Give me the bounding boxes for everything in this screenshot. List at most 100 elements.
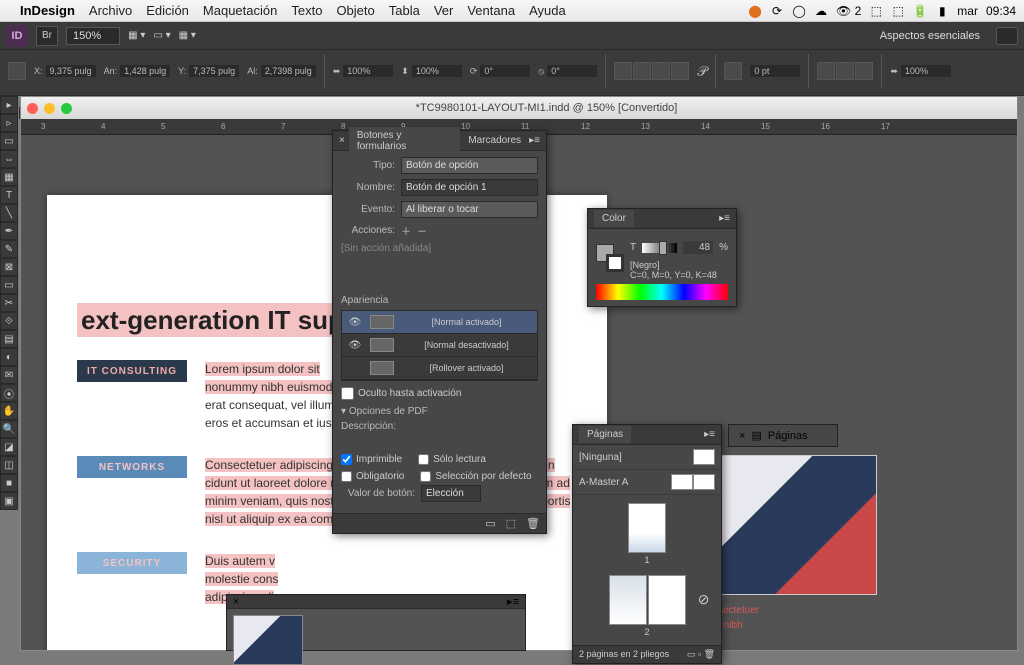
flag-icon[interactable]: ▮: [935, 4, 949, 18]
fill-stroke-proxy[interactable]: [596, 244, 624, 272]
menu-texto[interactable]: Texto: [291, 3, 322, 18]
zoom-dropdown[interactable]: 150%: [66, 27, 120, 45]
tag-security[interactable]: SECURITY: [77, 552, 187, 574]
alert-icon[interactable]: ⬤: [748, 4, 762, 18]
state-list[interactable]: 👁[Normal activado] 👁[Normal desactivado]…: [341, 310, 538, 381]
menu-ver[interactable]: Ver: [434, 3, 454, 18]
required-checkbox[interactable]: Obligatorio: [341, 471, 404, 482]
pencil-tool[interactable]: ✎: [0, 240, 18, 258]
scissors-tool[interactable]: ✂: [0, 294, 18, 312]
color-spectrum[interactable]: [596, 284, 728, 300]
description-input[interactable]: [341, 437, 538, 451]
state-normal-off[interactable]: 👁[Normal desactivado]: [342, 334, 537, 357]
close-icon[interactable]: ×: [339, 135, 345, 146]
page-thumb-1[interactable]: [628, 503, 666, 553]
panel-menu-icon[interactable]: ▸≡: [719, 213, 730, 224]
pages-panel[interactable]: Páginas ▸≡ [Ninguna] A-Master A 1 ⊘ 2 2 …: [572, 424, 722, 664]
note-tool[interactable]: ✉: [0, 366, 18, 384]
fill-stroke-tool[interactable]: ◪: [0, 438, 18, 456]
window-traffic-lights[interactable]: [27, 103, 72, 114]
scale-y-field[interactable]: 100%: [412, 65, 462, 77]
type-dropdown[interactable]: Botón de opción: [401, 157, 538, 174]
tab-buttons-forms[interactable]: Botones y formularios: [349, 127, 460, 155]
zoom-window-icon[interactable]: [61, 103, 72, 114]
apply-color[interactable]: ■: [0, 474, 18, 492]
actions-list[interactable]: [Sin acción añadida]: [341, 243, 538, 289]
gap-tool[interactable]: ⇔: [0, 150, 18, 168]
menu-archivo[interactable]: Archivo: [89, 3, 132, 18]
tag-it-consulting[interactable]: IT CONSULTING: [77, 360, 187, 382]
shear-field[interactable]: 0°: [547, 65, 597, 77]
visibility-icon[interactable]: 👁: [348, 340, 362, 351]
height-field[interactable]: 2,7398 pulg: [261, 65, 316, 77]
reference-point[interactable]: [8, 62, 26, 80]
x-field[interactable]: 9,375 pulg: [46, 65, 96, 77]
name-input[interactable]: Botón de opción 1: [401, 179, 538, 196]
add-action-icon[interactable]: ＋: [401, 223, 411, 238]
selection-tool[interactable]: ▸: [0, 96, 18, 114]
panel-menu-icon[interactable]: ▸≡: [507, 595, 519, 608]
bridge-icon[interactable]: Br: [36, 26, 58, 46]
gradient-feather-tool[interactable]: ◐: [0, 348, 18, 366]
app-name[interactable]: InDesign: [20, 3, 75, 18]
default-sel-checkbox[interactable]: Selección por defecto: [420, 471, 531, 482]
evernote-icon[interactable]: ⬚: [891, 4, 905, 18]
rotation-field[interactable]: 0°: [480, 65, 530, 77]
flip-buttons[interactable]: [614, 62, 689, 80]
close-icon[interactable]: ×: [233, 596, 239, 608]
readonly-checkbox[interactable]: Sólo lectura: [418, 454, 486, 465]
convert-icon[interactable]: ⬚: [506, 517, 516, 530]
zoom-tool[interactable]: 🔍: [0, 420, 18, 438]
scale-x-field[interactable]: 100%: [343, 65, 393, 77]
menu-objeto[interactable]: Objeto: [336, 3, 374, 18]
fill-swatch[interactable]: [724, 62, 742, 80]
battery-icon[interactable]: 🔋: [913, 4, 927, 18]
page-thumb-2[interactable]: ⊘: [609, 575, 686, 625]
pen-tool[interactable]: ✒: [0, 222, 18, 240]
tab-pages[interactable]: Páginas: [579, 426, 631, 443]
button-value-input[interactable]: Elección: [421, 485, 481, 502]
type-tool[interactable]: T: [0, 186, 18, 204]
close-icon[interactable]: ×: [739, 430, 745, 442]
fx-scale-x[interactable]: 100%: [901, 65, 951, 77]
cloud-icon[interactable]: ☁: [814, 4, 828, 18]
trash-icon[interactable]: 🗑: [526, 517, 540, 530]
free-transform-tool[interactable]: ⟐: [0, 312, 18, 330]
stroke-weight[interactable]: 0 pt: [750, 65, 800, 77]
p-icon[interactable]: 𝒫: [697, 63, 707, 80]
tint-value[interactable]: 48: [683, 241, 713, 254]
user-icon[interactable]: ◯: [792, 4, 806, 18]
width-field[interactable]: 1,428 pulg: [120, 65, 170, 77]
default-fill-stroke[interactable]: ◫: [0, 456, 18, 474]
hidden-checkbox[interactable]: Oculto hasta activación: [341, 387, 538, 400]
panel-menu-icon[interactable]: ▸≡: [704, 429, 715, 440]
clock-time[interactable]: 09:34: [986, 4, 1016, 18]
minimize-window-icon[interactable]: [44, 103, 55, 114]
menu-edicion[interactable]: Edición: [146, 3, 189, 18]
screen-mode-icon[interactable]: ▭ ▾: [153, 30, 170, 41]
workspace-switcher[interactable]: Aspectos esenciales: [880, 30, 980, 42]
remove-action-icon[interactable]: －: [417, 223, 427, 238]
pdf-options-label[interactable]: ▾ Opciones de PDF: [341, 406, 538, 417]
master-none[interactable]: [Ninguna]: [573, 445, 721, 470]
menu-ayuda[interactable]: Ayuda: [529, 3, 566, 18]
line-tool[interactable]: ╲: [0, 204, 18, 222]
clock-day[interactable]: mar: [957, 4, 978, 18]
gradient-tool[interactable]: ▤: [0, 330, 18, 348]
master-a[interactable]: A-Master A: [573, 470, 721, 495]
direct-selection-tool[interactable]: ▹: [0, 114, 18, 132]
content-collector-tool[interactable]: ▦: [0, 168, 18, 186]
printable-checkbox[interactable]: Imprimible: [341, 454, 402, 465]
state-rollover-on[interactable]: [Rollover activado]: [342, 357, 537, 380]
color-panel[interactable]: Color ▸≡ T 48 % [Negro] C=0, M=0, Y=0, K…: [587, 208, 737, 307]
menu-tabla[interactable]: Tabla: [389, 3, 420, 18]
rectangle-frame-tool[interactable]: ⊠: [0, 258, 18, 276]
preview-icon[interactable]: ▭: [485, 517, 495, 530]
menu-ventana[interactable]: Ventana: [467, 3, 515, 18]
rectangle-tool[interactable]: ▭: [0, 276, 18, 294]
visibility-icon[interactable]: 👁: [348, 317, 362, 328]
page-tool[interactable]: ▭: [0, 132, 18, 150]
hand-tool[interactable]: ✋: [0, 402, 18, 420]
arrange-icon[interactable]: ▦ ▾: [179, 30, 196, 41]
dropbox-icon[interactable]: ⬚: [869, 4, 883, 18]
